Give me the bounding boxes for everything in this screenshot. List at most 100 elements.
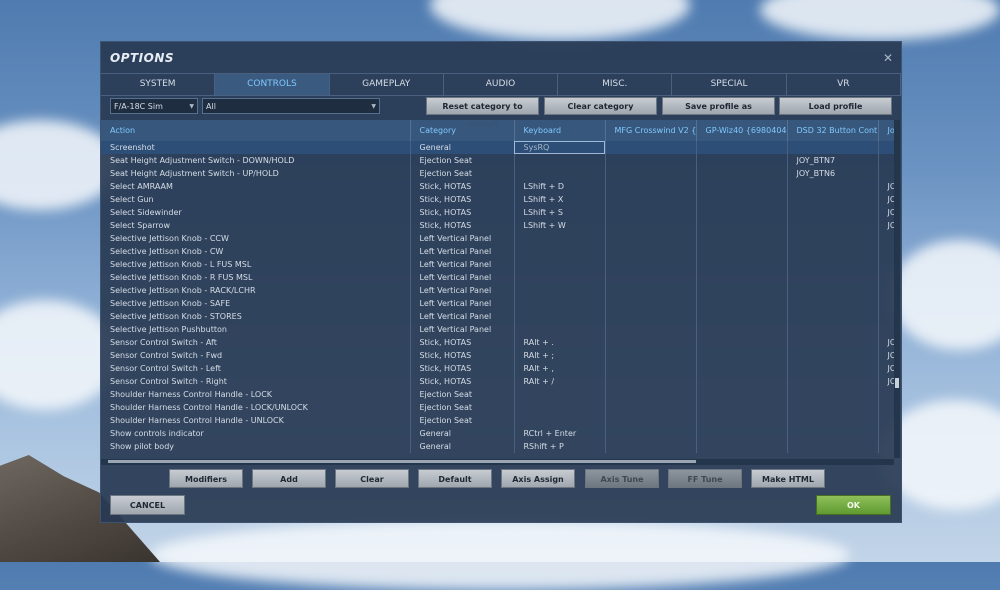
device-cell[interactable] xyxy=(878,232,894,245)
device-cell[interactable] xyxy=(696,206,788,219)
device-cell[interactable] xyxy=(605,414,697,427)
table-row[interactable]: Selective Jettison Knob - SAFE Left Verti… xyxy=(101,297,894,310)
action-cell[interactable]: Selective Jettison Knob - RACK/LCHR xyxy=(101,284,411,297)
device-cell[interactable] xyxy=(605,141,697,154)
table-row[interactable]: Shoulder Harness Control Handle - UNLOCK… xyxy=(101,414,894,427)
device-cell[interactable]: JOY_BTN7 xyxy=(787,154,879,167)
device-cell[interactable] xyxy=(696,297,788,310)
ok-button[interactable]: OK xyxy=(816,495,891,515)
device-cell[interactable] xyxy=(605,310,697,323)
keyboard-cell[interactable]: LShift + D xyxy=(514,180,606,193)
axis-assign-button[interactable]: Axis Assign xyxy=(501,469,575,488)
aircraft-select[interactable]: F/A-18C Sim ▼ xyxy=(110,98,198,114)
device-cell[interactable] xyxy=(787,219,879,232)
action-cell[interactable]: Shoulder Harness Control Handle - UNLOCK xyxy=(101,414,411,427)
table-row[interactable]: Selective Jettison Knob - CCW Left Vertic… xyxy=(101,232,894,245)
category-cell[interactable]: Stick, HOTAS xyxy=(410,180,515,193)
tab-controls[interactable]: CONTROLS xyxy=(215,74,330,95)
device-cell[interactable] xyxy=(787,414,879,427)
clear-button[interactable]: Clear xyxy=(335,469,409,488)
device-cell[interactable] xyxy=(605,401,697,414)
action-cell[interactable]: Selective Jettison Pushbutton xyxy=(101,323,411,336)
category-cell[interactable]: Left Vertical Panel xyxy=(410,245,515,258)
action-cell[interactable]: Selective Jettison Knob - STORES xyxy=(101,310,411,323)
clear-category-button[interactable]: Clear category xyxy=(544,97,657,115)
keyboard-cell[interactable] xyxy=(514,271,606,284)
category-cell[interactable]: Ejection Seat xyxy=(410,167,515,180)
keyboard-cell[interactable]: SysRQ xyxy=(514,141,606,154)
device-cell[interactable] xyxy=(696,219,788,232)
device-cell[interactable] xyxy=(696,284,788,297)
category-cell[interactable]: Ejection Seat xyxy=(410,414,515,427)
category-cell[interactable]: Stick, HOTAS xyxy=(410,349,515,362)
device-cell[interactable] xyxy=(696,362,788,375)
device-cell[interactable] xyxy=(696,141,788,154)
keyboard-cell[interactable]: RCtrl + Enter xyxy=(514,427,606,440)
keyboard-cell[interactable] xyxy=(514,388,606,401)
column-header-keyboard[interactable]: Keyboard xyxy=(514,120,606,141)
action-cell[interactable]: Sensor Control Switch - Fwd xyxy=(101,349,411,362)
table-row[interactable]: Screenshot General SysRQ xyxy=(101,141,894,154)
keyboard-cell[interactable] xyxy=(514,258,606,271)
tab-system[interactable]: SYSTEM xyxy=(101,74,216,95)
table-row[interactable]: Select SparrowStick, HOTASLShift + W JO xyxy=(101,219,894,232)
category-cell[interactable]: General xyxy=(410,141,515,154)
device-cell[interactable] xyxy=(787,388,879,401)
device-cell[interactable] xyxy=(878,414,894,427)
keyboard-cell[interactable] xyxy=(514,414,606,427)
device-cell[interactable] xyxy=(696,258,788,271)
vertical-scrollbar[interactable] xyxy=(894,120,900,458)
action-cell[interactable]: Selective Jettison Knob - L FUS MSL xyxy=(101,258,411,271)
category-cell[interactable]: Stick, HOTAS xyxy=(410,375,515,388)
action-cell[interactable]: Show pilot body xyxy=(101,440,411,453)
device-cell[interactable] xyxy=(696,193,788,206)
table-row[interactable]: Selective Jettison Pushbutton Left Vertic… xyxy=(101,323,894,336)
device-cell[interactable] xyxy=(787,141,879,154)
tab-vr[interactable]: VR xyxy=(787,74,901,95)
table-row[interactable]: Seat Height Adjustment Switch - DOWN/HOL… xyxy=(101,154,894,167)
action-cell[interactable]: Sensor Control Switch - Left xyxy=(101,362,411,375)
category-cell[interactable]: Ejection Seat xyxy=(410,154,515,167)
table-row[interactable]: Sensor Control Switch - Fwd Stick, HOTAS R… xyxy=(101,349,894,362)
device-cell[interactable] xyxy=(605,206,697,219)
device-cell[interactable] xyxy=(605,219,697,232)
device-cell[interactable] xyxy=(696,245,788,258)
device-cell[interactable] xyxy=(787,206,879,219)
axis-tune-button[interactable]: Axis Tune xyxy=(585,469,659,488)
table-row[interactable]: Select GunStick, HOTASLShift + X JO xyxy=(101,193,894,206)
device-cell[interactable] xyxy=(696,271,788,284)
device-cell[interactable] xyxy=(878,167,894,180)
action-cell[interactable]: Screenshot xyxy=(101,141,411,154)
keyboard-cell[interactable] xyxy=(514,323,606,336)
device-cell[interactable] xyxy=(878,258,894,271)
table-row[interactable]: Selective Jettison Knob - R FUS MSL Left … xyxy=(101,271,894,284)
device-cell[interactable] xyxy=(787,336,879,349)
device-cell[interactable] xyxy=(696,154,788,167)
table-row[interactable]: Selective Jettison Knob - RACK/LCHR Left … xyxy=(101,284,894,297)
device-cell[interactable] xyxy=(878,310,894,323)
keyboard-cell[interactable] xyxy=(514,297,606,310)
device-cell[interactable] xyxy=(605,284,697,297)
device-cell[interactable] xyxy=(605,362,697,375)
category-select[interactable]: All ▼ xyxy=(202,98,380,114)
device-cell[interactable] xyxy=(787,297,879,310)
device-cell[interactable] xyxy=(605,388,697,401)
default-button[interactable]: Default xyxy=(418,469,492,488)
action-cell[interactable]: Select Gun xyxy=(101,193,411,206)
device-cell[interactable] xyxy=(878,323,894,336)
device-cell[interactable] xyxy=(696,388,788,401)
device-cell[interactable] xyxy=(696,232,788,245)
category-cell[interactable]: Left Vertical Panel xyxy=(410,310,515,323)
action-cell[interactable]: Show controls indicator xyxy=(101,427,411,440)
modifiers-button[interactable]: Modifiers xyxy=(169,469,243,488)
device-cell[interactable] xyxy=(605,167,697,180)
table-row[interactable]: Shoulder Harness Control Handle - LOCK/U… xyxy=(101,401,894,414)
keyboard-cell[interactable] xyxy=(514,245,606,258)
device-cell[interactable] xyxy=(605,232,697,245)
table-row[interactable]: Sensor Control Switch - Left Stick, HOTAS… xyxy=(101,362,894,375)
action-cell[interactable]: Sensor Control Switch - Aft xyxy=(101,336,411,349)
column-header-device[interactable]: GP-Wiz40 {6980404... xyxy=(696,120,788,141)
device-cell[interactable] xyxy=(696,336,788,349)
device-cell[interactable] xyxy=(787,284,879,297)
device-cell[interactable] xyxy=(787,245,879,258)
